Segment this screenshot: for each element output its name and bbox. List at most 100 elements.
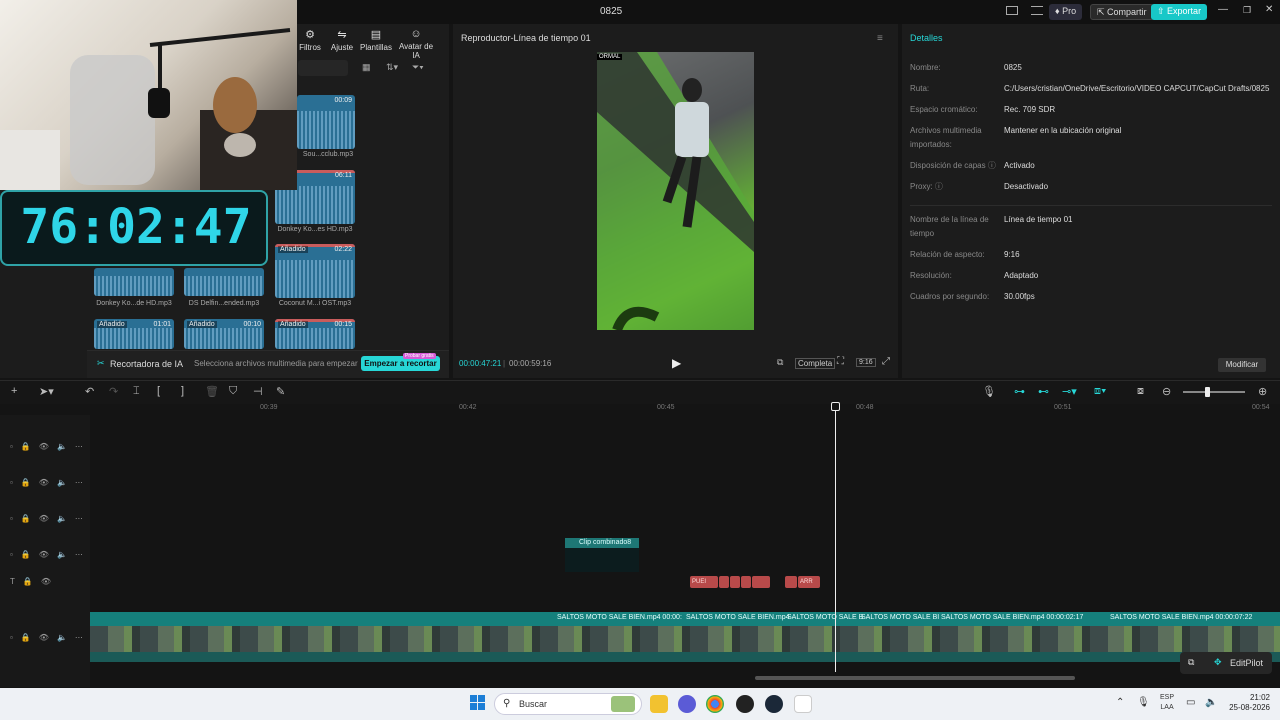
redo-icon[interactable]: ↷ <box>109 385 118 398</box>
video-clip-label[interactable]: SALTOS MOTO SALE BI <box>861 614 939 621</box>
media-item[interactable]: Añadido 00:15 <box>275 319 355 349</box>
track-controls[interactable]: ▫🔒👁🔈⋯ <box>10 550 91 559</box>
timeline-scrollbar[interactable] <box>755 676 1075 680</box>
export-button[interactable]: ⇧ Exportar <box>1151 4 1208 20</box>
editpilot-button[interactable]: ⧉ ✥ EditPilot <box>1180 652 1272 674</box>
grid-view-icon[interactable]: ▦ <box>362 62 371 73</box>
link-icon[interactable]: ⊶ <box>1014 385 1025 398</box>
maximize-button[interactable]: ❐ <box>1243 5 1251 16</box>
sort-icon[interactable]: ⇅▾ <box>386 62 398 73</box>
undo-icon[interactable]: ↶ <box>85 385 94 398</box>
text-clip[interactable] <box>719 576 729 588</box>
tray-mic-icon[interactable]: 🎙 <box>1137 697 1150 708</box>
detail-label: Relación de aspecto: <box>910 250 985 259</box>
pro-button[interactable]: ♦ Pro <box>1049 4 1083 20</box>
filter-dropdown-icon[interactable]: ⏷▾ <box>412 62 424 73</box>
delete-icon[interactable]: 🗑 <box>205 385 219 398</box>
linkage-icon[interactable]: ⊸▾ <box>1062 385 1077 398</box>
video-clip-label[interactable]: SALTOS MOTO SALE BIEN.mp4 00:00:02:17 <box>941 614 1083 621</box>
detail-value: 30.00fps <box>1004 292 1035 301</box>
split-icon[interactable]: ⌶ <box>133 385 140 398</box>
text-clip[interactable]: PUEI <box>690 576 718 588</box>
windows-start-icon[interactable] <box>470 695 486 711</box>
system-clock[interactable]: 21:02 25-08-2026 <box>1226 693 1270 713</box>
crop-icon[interactable]: ⧉ <box>777 357 783 368</box>
text-clip[interactable] <box>730 576 740 588</box>
zoom-in-icon[interactable]: ⊕ <box>1258 385 1267 398</box>
play-button[interactable]: ▶ <box>672 356 681 370</box>
close-button[interactable]: ✕ <box>1265 4 1273 15</box>
text-clip[interactable] <box>785 576 797 588</box>
video-overlay-text: ORMAL <box>597 54 623 60</box>
detail-value: Desactivado <box>1004 182 1049 191</box>
menu-icon[interactable] <box>1031 6 1043 15</box>
split-left-icon[interactable]: [ <box>157 385 160 397</box>
taskbar-search[interactable]: ⚲ Buscar <box>494 693 642 715</box>
minimize-button[interactable]: — <box>1218 4 1228 15</box>
select-tool-icon[interactable]: ➤▾ <box>39 385 54 398</box>
screenshot-icon[interactable]: ⛶ <box>837 356 844 367</box>
language-indicator[interactable]: ESP LAA <box>1160 693 1174 713</box>
microphone-icon[interactable]: 🎙 <box>982 385 996 398</box>
zoom-slider[interactable] <box>1183 391 1245 393</box>
snap-icon[interactable]: ⊷ <box>1038 385 1049 398</box>
media-item[interactable] <box>184 268 264 296</box>
shield-icon[interactable]: ⛉ <box>229 385 237 398</box>
quality-complete-button[interactable]: Completa <box>795 358 836 369</box>
chrome-icon[interactable] <box>706 695 724 713</box>
timeline-toolbar <box>0 380 1280 404</box>
split-right-icon[interactable]: ] <box>181 385 184 397</box>
search-icon: ⚲ <box>503 698 511 709</box>
media-item[interactable]: Añadido 01:01 <box>94 319 174 349</box>
magic-icon[interactable]: ✎ <box>276 385 285 398</box>
player-menu-icon[interactable]: ≡ <box>877 33 883 44</box>
caption-icon[interactable]: ⧇ <box>1137 385 1144 398</box>
file-explorer-icon[interactable] <box>650 695 668 713</box>
video-clip-label[interactable]: SALTOS MOTO SALE BIEN.mp4 00:00:07:22 <box>1110 614 1252 621</box>
steam-icon[interactable] <box>765 695 783 713</box>
media-item[interactable]: 00:09 <box>297 95 355 149</box>
video-preview[interactable]: ORMAL <box>597 52 754 330</box>
media-item[interactable] <box>94 268 174 296</box>
modify-button[interactable]: Modificar <box>1218 358 1266 372</box>
fullscreen-icon[interactable]: ⤢ <box>882 356 890 367</box>
zoom-slider-handle[interactable] <box>1205 387 1210 397</box>
obs-icon[interactable] <box>736 695 754 713</box>
tray-chevron-icon[interactable]: ⌃ <box>1116 697 1124 708</box>
track-controls[interactable]: ▫🔒👁🔈⋯ <box>10 478 91 487</box>
track-controls[interactable]: ▫🔒👁🔈⋯ <box>10 442 91 451</box>
tab-templates[interactable]: ▤ Plantillas <box>356 28 396 52</box>
capcut-icon[interactable] <box>794 695 812 713</box>
add-track-icon[interactable]: + <box>11 385 17 397</box>
text-track-controls[interactable]: T🔒👁 <box>10 577 59 586</box>
tab-ai-avatar[interactable]: ☺ Avatar de IA <box>396 28 436 60</box>
aspect-ratio-button[interactable]: 9:16 <box>856 358 876 367</box>
text-clip[interactable] <box>752 576 770 588</box>
video-clip-label[interactable]: SALTOS MOTO SALE B <box>787 614 863 621</box>
track-controls[interactable]: ▫🔒👁🔈⋯ <box>10 514 91 523</box>
volume-icon[interactable]: 🔈 <box>1205 697 1217 708</box>
zoom-out-icon[interactable]: ⊖ <box>1162 385 1171 398</box>
text-clip[interactable]: ARR <box>798 576 820 588</box>
freeze-icon[interactable]: ⊣ <box>253 385 263 398</box>
layout-icon[interactable] <box>1006 6 1018 15</box>
playhead[interactable] <box>835 402 836 672</box>
network-icon[interactable]: ▭ <box>1186 697 1195 708</box>
share-button[interactable]: ⇱ Compartir <box>1090 4 1154 20</box>
detail-value: Activado <box>1004 161 1035 170</box>
preview-axis-icon[interactable]: ⧈▾ <box>1094 385 1106 398</box>
video-clip-label[interactable]: SALTOS MOTO SALE BIEN.mp4 00:00: <box>557 614 682 621</box>
playhead-handle[interactable] <box>831 402 840 411</box>
media-item[interactable]: Añadido 00:10 <box>184 319 264 349</box>
details-divider <box>910 205 1272 206</box>
media-item[interactable]: Añadido 02:22 <box>275 244 355 298</box>
video-clip-label[interactable]: SALTOS MOTO SALE BIEN.mp4 <box>686 614 789 621</box>
template-icon: ▤ <box>370 29 382 41</box>
media-search-input[interactable] <box>298 60 348 76</box>
details-panel <box>902 24 1280 378</box>
text-clip[interactable] <box>741 576 751 588</box>
main-track-controls[interactable]: ▫🔒👁🔈⋯ <box>10 633 91 642</box>
discord-icon[interactable] <box>678 695 696 713</box>
timecode-separator: | <box>503 359 506 368</box>
free-trial-badge: Probar gratis <box>403 353 436 359</box>
